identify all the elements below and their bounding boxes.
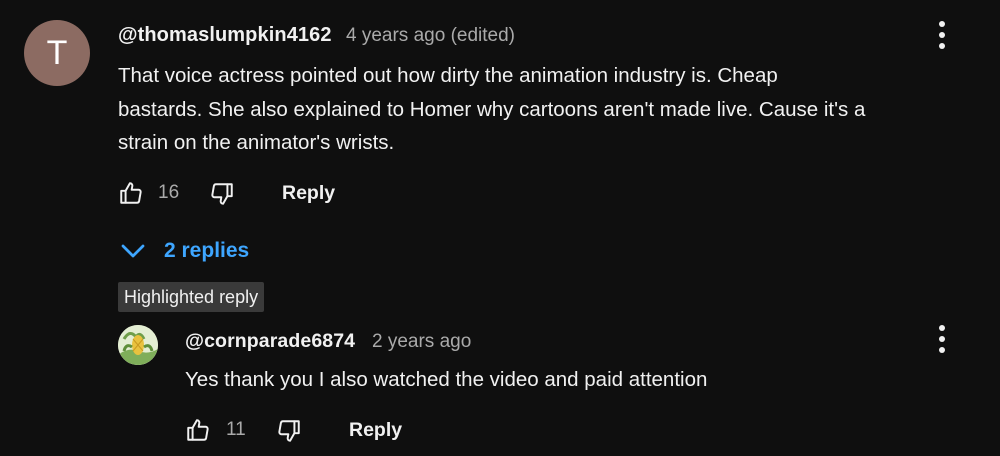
comment-text-line: That voice actress pointed out how dirty… — [118, 64, 778, 87]
comment-timestamp[interactable]: 4 years ago (edited) — [346, 25, 515, 47]
highlighted-reply-badge: Highlighted reply — [118, 282, 265, 312]
comment-author[interactable]: @thomaslumpkin4162 — [118, 24, 332, 47]
comment-text-line: bastards. She also explained to Homer wh… — [118, 97, 866, 121]
comment-thread: T @thomaslumpkin4162 4 years ago (edited… — [0, 0, 1000, 456]
reply-button[interactable]: Reply — [349, 419, 402, 442]
avatar-letter: T — [46, 33, 68, 72]
comment-text-line: strain on the animator's wrists. — [118, 131, 395, 154]
like-count: 16 — [158, 182, 180, 203]
replies-toggle[interactable]: 2 replies — [118, 234, 249, 268]
reply-text: Yes thank you I also watched the video a… — [185, 368, 708, 391]
like-count: 11 — [226, 419, 246, 440]
reply-button[interactable]: Reply — [282, 182, 335, 205]
reply-author[interactable]: @cornparade6874 — [185, 330, 355, 353]
more-vert-icon[interactable] — [930, 322, 954, 356]
reply-avatar[interactable] — [118, 325, 158, 365]
chevron-down-icon — [121, 244, 145, 258]
thumbs-down-icon[interactable] — [209, 181, 235, 207]
replies-count-label: 2 replies — [164, 239, 250, 262]
avatar[interactable]: T — [24, 20, 90, 86]
more-vert-icon[interactable] — [930, 18, 954, 52]
thumbs-down-icon[interactable] — [276, 418, 302, 444]
thumbs-up-icon[interactable] — [185, 417, 211, 443]
reply-timestamp[interactable]: 2 years ago — [372, 331, 471, 353]
thumbs-up-icon[interactable] — [118, 180, 144, 206]
comment-text: That voice actress pointed out how dirty… — [118, 59, 865, 160]
